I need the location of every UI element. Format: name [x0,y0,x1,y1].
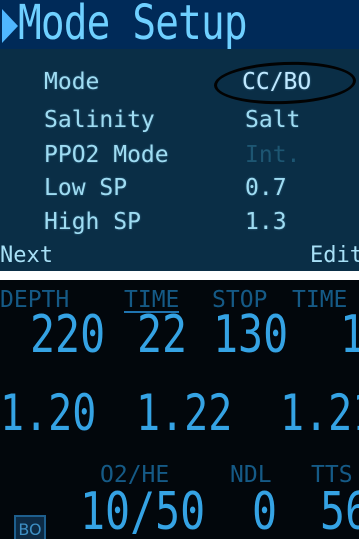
menu-item-salinity[interactable]: Salinity Salt [0,106,359,136]
tts-value: 56 [320,482,359,539]
stop-depth-value: 130 [213,305,289,365]
salinity-value: Salt [245,107,301,133]
ppo2-mode-value: Int. [245,142,301,168]
menu-item-high-sp[interactable]: High SP 1.3 [0,208,359,238]
menu-item-label: High SP [44,209,141,235]
depth-value: 220 [30,305,106,365]
gas-value: 10/50 [80,482,206,539]
stop-time-value: 1 [340,308,359,362]
menu-item-label: Mode [44,69,100,95]
ppo2-sensor-1: 1.20 [0,384,97,442]
low-sp-value: 0.7 [245,175,287,201]
ppo2-sensor-3: 1.21 [280,384,359,442]
ndl-value: 0 [252,482,278,539]
menu-item-label: Low SP [44,175,128,201]
selection-arrow-icon [2,9,18,43]
next-button[interactable]: Next [0,242,53,270]
page-title: Mode Setup [18,0,248,51]
title-bar: Mode Setup [0,0,359,49]
edit-button[interactable]: Edit [310,242,359,270]
dive-info-screen: DEPTH TIME STOP TIME 220 22 130 1 1.20 1… [0,280,359,539]
menu-item-label: Salinity [44,107,155,133]
menu-item-low-sp[interactable]: Low SP 0.7 [0,174,359,204]
ppo2-sensor-2: 1.22 [136,384,233,442]
menu-item-label: PPO2 Mode [44,142,169,168]
high-sp-value: 1.3 [245,209,287,235]
dive-time-value: 22 [137,305,188,365]
bailout-mode-icon: BO [14,515,46,539]
highlight-oval [213,59,357,107]
mode-setup-screen: Mode Setup Mode CC/BO Salinity Salt PPO2… [0,0,359,271]
menu-item-ppo2-mode[interactable]: PPO2 Mode Int. [0,141,359,171]
